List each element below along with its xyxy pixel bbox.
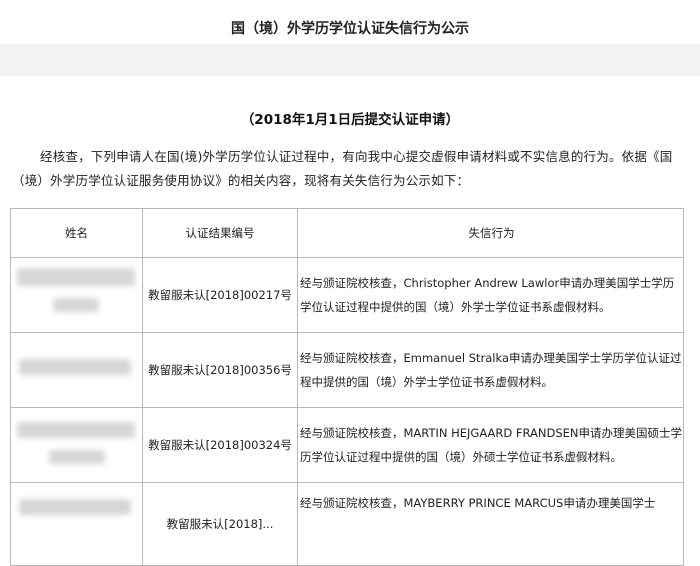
behavior-cell: 经与颁证院校核查，Emmanuel Stralka申请办理美国学士学历学位认证过…	[297, 332, 684, 408]
name-cell-redacted	[10, 407, 143, 483]
col-header-behavior: 失信行为	[297, 208, 684, 258]
result-code-cell: 教留服未认[2018]00356号	[142, 332, 298, 408]
name-cell-redacted	[10, 482, 143, 566]
page-title: 国（境）外学历学位认证失信行为公示	[231, 21, 469, 37]
table-row: 教留服未认[2018]00324号 经与颁证院校核查，MARTIN HEJGAA…	[10, 407, 684, 483]
header-band	[0, 44, 700, 76]
dishonesty-table: 姓名 认证结果编号 失信行为 教留服未认[2018]00217号 经与颁证院校核…	[10, 208, 684, 566]
table-row: 教留服未认[2018]... 经与颁证院校核查，MAYBERRY PRINCE …	[10, 482, 684, 566]
table-row: 教留服未认[2018]00356号 经与颁证院校核查，Emmanuel Stra…	[10, 332, 684, 408]
col-header-name: 姓名	[10, 208, 143, 258]
result-code-cell: 教留服未认[2018]...	[142, 482, 298, 566]
section-subtitle: （2018年1月1日后提交认证申请）	[240, 112, 460, 128]
name-cell-redacted	[10, 257, 143, 333]
table-header-row: 姓名 认证结果编号 失信行为	[10, 208, 684, 258]
result-code-cell: 教留服未认[2018]00324号	[142, 407, 298, 483]
result-code-cell: 教留服未认[2018]00217号	[142, 257, 298, 333]
col-header-code: 认证结果编号	[142, 208, 298, 258]
behavior-cell: 经与颁证院校核查，MARTIN HEJGAARD FRANDSEN申请办理美国硕…	[297, 407, 684, 483]
name-cell-redacted	[10, 332, 143, 408]
intro-paragraph: 经核查，下列申请人在国(境)外学历学位认证过程中，有向我中心提交虚假申请材料或不…	[12, 149, 673, 188]
behavior-cell: 经与颁证院校核查，MAYBERRY PRINCE MARCUS申请办理美国学士	[297, 482, 684, 566]
behavior-cell: 经与颁证院校核查，Christopher Andrew Lawlor申请办理美国…	[297, 257, 684, 333]
table-row: 教留服未认[2018]00217号 经与颁证院校核查，Christopher A…	[10, 257, 684, 333]
